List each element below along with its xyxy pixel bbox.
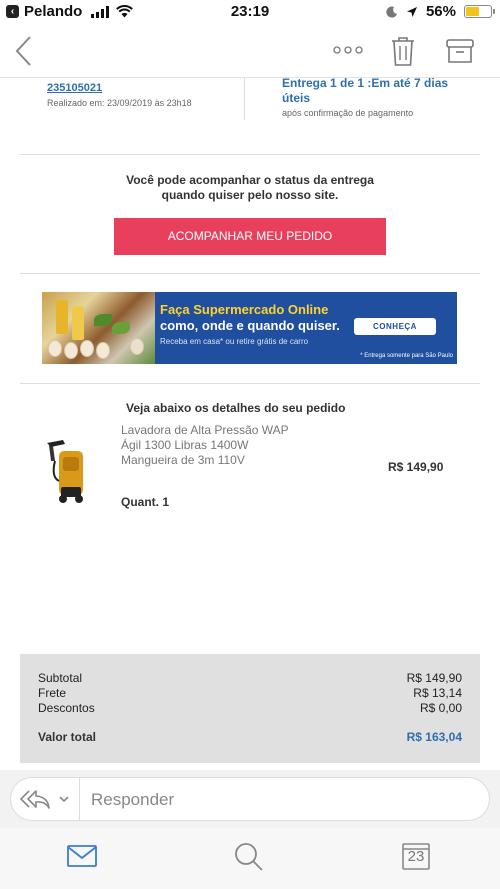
battery-percentage: 56%: [425, 3, 456, 20]
delivery-title: Entrega 1 de 1 :Em até 7 dias úteis: [282, 78, 449, 105]
more-options-icon[interactable]: [330, 40, 366, 60]
subtotal-value: R$ 149,90: [406, 671, 462, 685]
order-details-section: Veja abaixo os detalhes do seu pedido La…: [20, 384, 480, 654]
discount-value: R$ 0,00: [419, 701, 462, 715]
promo-title: Faça Supermercado Online como, onde e qu…: [160, 302, 360, 334]
promo-section: Faça Supermercado Online como, onde e qu…: [20, 274, 480, 384]
battery-level: [466, 7, 480, 16]
calendar-day-number: 23: [407, 848, 425, 865]
order-divider: [244, 78, 245, 120]
supermarket-promo-banner[interactable]: Faça Supermercado Online como, onde e qu…: [42, 292, 457, 364]
chevron-down-icon[interactable]: [58, 792, 70, 806]
promo-title-line1: Faça Supermercado Online: [160, 302, 329, 317]
delivery-note: após confirmação de pagamento: [282, 108, 414, 118]
moon-icon: [386, 6, 397, 18]
promo-footnote: * Entrega somente para São Paulo: [360, 353, 453, 359]
search-icon[interactable]: [233, 841, 265, 873]
mail-toolbar: [0, 26, 500, 78]
total-label: Valor total: [38, 730, 97, 744]
discount-row: Descontos R$ 0,00: [38, 701, 462, 715]
total-value: R$ 163,04: [406, 730, 462, 744]
location-arrow-icon: [406, 6, 417, 17]
order-number-link[interactable]: 235105021: [47, 82, 102, 94]
total-row: Valor total R$ 163,04: [38, 730, 462, 744]
promo-subtitle: Receba em casa* ou retire grátis de carr…: [160, 337, 309, 346]
reply-placeholder[interactable]: Responder: [91, 790, 174, 810]
shipping-label: Frete: [38, 686, 67, 700]
pressure-washer-image[interactable]: [43, 437, 89, 507]
order-summary: Subtotal R$ 149,90 Frete R$ 13,14 Descon…: [20, 654, 480, 763]
discount-label: Descontos: [38, 701, 95, 715]
subtotal-label: Subtotal: [38, 671, 83, 685]
status-right: 56%: [386, 3, 495, 20]
details-title: Veja abaixo os detalhes do seu pedido: [126, 401, 346, 415]
email-body: 235105021 Realizado em: 23/09/2019 às 23…: [0, 78, 500, 770]
order-info-row: 235105021 Realizado em: 23/09/2019 às 23…: [20, 78, 480, 155]
reply-separator: [79, 778, 80, 820]
promo-cta-button[interactable]: CONHEÇA: [354, 318, 436, 335]
tracking-text-line2: quando quiser pelo nosso site.: [161, 188, 339, 202]
reply-field[interactable]: Responder: [10, 777, 490, 821]
back-chevron-icon[interactable]: [12, 34, 36, 68]
tracking-section: Você pode acompanhar o status da entrega…: [20, 155, 480, 274]
order-date: Realizado em: 23/09/2019 às 23h18: [47, 98, 192, 108]
tab-bar: 23: [0, 828, 500, 889]
promo-title-line2: como, onde e quando quiser.: [160, 318, 340, 333]
subtotal-row: Subtotal R$ 149,90: [38, 671, 462, 685]
reply-all-icon[interactable]: [19, 787, 51, 811]
tracking-text: Você pode acompanhar o status da entrega…: [20, 173, 480, 203]
product-price: R$ 149,90: [388, 460, 444, 474]
mail-icon[interactable]: [66, 844, 98, 868]
reply-bar: Responder: [0, 770, 500, 828]
shipping-row: Frete R$ 13,14: [38, 686, 462, 700]
track-order-button[interactable]: ACOMPANHAR MEU PEDIDO: [114, 218, 386, 255]
battery-icon: [464, 5, 495, 18]
grocery-photo: [42, 292, 155, 364]
trash-icon[interactable]: [390, 35, 416, 67]
tracking-text-line1: Você pode acompanhar o status da entrega: [126, 173, 374, 187]
status-bar: ‹ Pelando 23:19 56%: [0, 0, 500, 26]
archive-icon[interactable]: [445, 37, 475, 65]
product-quantity: Quant. 1: [121, 495, 170, 509]
shipping-value: R$ 13,14: [413, 686, 462, 700]
product-name[interactable]: Lavadora de Alta Pressão WAP Ágil 1300 L…: [121, 423, 291, 468]
